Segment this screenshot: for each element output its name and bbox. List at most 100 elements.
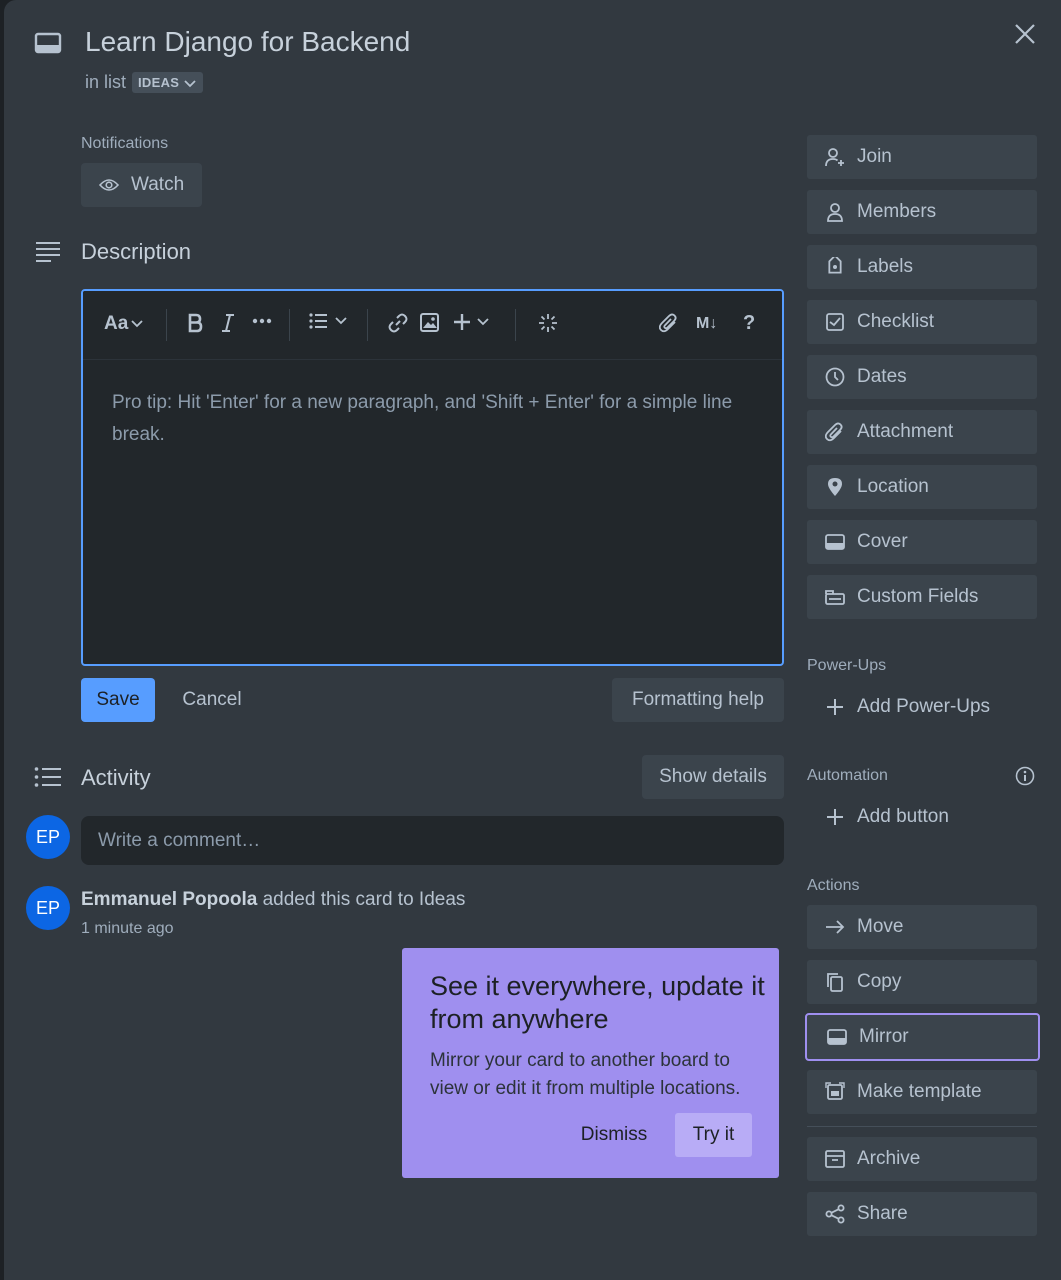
link-button[interactable] xyxy=(388,313,408,333)
dismiss-label: Dismiss xyxy=(580,1124,648,1145)
chevron-down-icon xyxy=(335,317,347,325)
labels-button[interactable]: Labels xyxy=(807,245,1037,289)
more-icon xyxy=(252,318,272,324)
add-person-icon xyxy=(825,147,845,167)
markdown-button[interactable]: M↓ xyxy=(696,315,717,333)
list-dropdown[interactable]: IDEAS xyxy=(132,72,204,93)
image-icon xyxy=(420,313,439,332)
arrow-right-icon xyxy=(825,917,845,937)
popup-title: See it everywhere, update it from anywhe… xyxy=(430,971,765,1034)
text-style-label: Aa xyxy=(104,313,129,334)
bold-button[interactable] xyxy=(187,313,203,333)
image-button[interactable] xyxy=(420,313,439,332)
copy-button[interactable]: Copy xyxy=(807,960,1037,1004)
power-ups-label: Power-Ups xyxy=(807,657,887,674)
checklist-button[interactable]: Checklist xyxy=(807,300,1037,344)
move-button[interactable]: Move xyxy=(807,905,1037,949)
tag-icon xyxy=(825,257,845,277)
insert-button[interactable] xyxy=(453,313,489,331)
formatting-help-button[interactable]: Formatting help xyxy=(612,678,784,722)
chevron-down-icon xyxy=(184,79,196,87)
attachment-label: Attachment xyxy=(857,421,954,442)
mirror-promo-popup: See it everywhere, update it from anywhe… xyxy=(402,948,779,1178)
archive-button[interactable]: Archive xyxy=(807,1137,1037,1181)
avatar[interactable]: EP xyxy=(26,815,70,859)
bulleted-list-icon xyxy=(309,313,327,329)
location-label: Location xyxy=(857,476,929,497)
share-button[interactable]: Share xyxy=(807,1192,1037,1236)
add-button-button[interactable]: Add button xyxy=(807,795,1037,839)
join-button[interactable]: Join xyxy=(807,135,1037,179)
help-button[interactable]: ? xyxy=(743,312,755,335)
paperclip-icon xyxy=(659,313,677,333)
dates-button[interactable]: Dates xyxy=(807,355,1037,399)
cancel-button[interactable]: Cancel xyxy=(167,678,257,722)
description-heading: Description xyxy=(81,239,192,264)
in-list-prefix: in list xyxy=(85,72,127,92)
watch-button[interactable]: Watch xyxy=(81,163,202,207)
text-style-button[interactable]: Aa xyxy=(104,313,143,335)
attachment-button[interactable]: Attachment xyxy=(807,410,1037,454)
dates-label: Dates xyxy=(857,366,907,387)
more-formatting-button[interactable] xyxy=(252,318,272,324)
activity-user[interactable]: Emmanuel Popoola xyxy=(81,889,257,910)
list-indicator: in list IDEAS xyxy=(85,72,204,93)
editor-toolbar: Aa M↓ ? xyxy=(83,291,782,360)
activity-heading: Activity xyxy=(81,765,151,790)
list-name: IDEAS xyxy=(138,75,180,90)
chevron-down-icon xyxy=(131,320,143,328)
description-icon xyxy=(35,241,61,263)
activity-avatar[interactable]: EP xyxy=(26,886,70,930)
activity-icon xyxy=(34,767,62,787)
toolbar-divider xyxy=(367,309,368,341)
try-it-label: Try it xyxy=(692,1124,735,1145)
members-button[interactable]: Members xyxy=(807,190,1037,234)
mirror-button[interactable]: Mirror xyxy=(805,1013,1040,1061)
formatting-help-label: Formatting help xyxy=(631,689,764,710)
comment-placeholder: Write a comment… xyxy=(98,829,261,851)
help-label: ? xyxy=(743,312,756,334)
archive-icon xyxy=(825,1149,845,1169)
eye-icon xyxy=(99,179,119,191)
sparkle-icon xyxy=(539,314,557,332)
link-icon xyxy=(388,313,408,333)
activity-timestamp[interactable]: 1 minute ago xyxy=(81,920,174,938)
add-button-label: Add button xyxy=(857,806,949,827)
cover-button[interactable]: Cover xyxy=(807,520,1037,564)
actions-divider xyxy=(807,1126,1037,1127)
make-template-label: Make template xyxy=(857,1081,982,1102)
try-it-button[interactable]: Try it xyxy=(675,1113,752,1157)
description-placeholder: Pro tip: Hit 'Enter' for a new paragraph… xyxy=(112,392,733,445)
pin-icon xyxy=(825,477,845,497)
toolbar-divider xyxy=(515,309,516,341)
italic-icon xyxy=(222,314,234,332)
watch-label: Watch xyxy=(131,174,185,195)
automation-label: Automation xyxy=(807,767,888,784)
toolbar-divider xyxy=(289,309,290,341)
activity-action: added this card to Ideas xyxy=(262,889,466,910)
comment-input[interactable]: Write a comment… xyxy=(81,816,784,865)
save-button[interactable]: Save xyxy=(81,678,155,722)
card-icon xyxy=(34,31,62,55)
copy-label: Copy xyxy=(857,971,902,992)
card-icon xyxy=(827,1027,847,1047)
cover-label: Cover xyxy=(857,531,908,552)
list-button[interactable] xyxy=(309,313,347,329)
custom-fields-button[interactable]: Custom Fields xyxy=(807,575,1037,619)
ai-button[interactable] xyxy=(538,313,558,333)
paperclip-icon xyxy=(825,422,845,442)
add-power-ups-button[interactable]: Add Power-Ups xyxy=(807,685,1037,729)
dismiss-button[interactable]: Dismiss xyxy=(570,1113,658,1157)
close-icon[interactable] xyxy=(1013,22,1037,46)
fields-icon xyxy=(825,587,845,607)
info-icon[interactable] xyxy=(1015,766,1035,786)
location-button[interactable]: Location xyxy=(807,465,1037,509)
checkbox-icon xyxy=(825,312,845,332)
join-label: Join xyxy=(857,146,892,167)
make-template-button[interactable]: Make template xyxy=(807,1070,1037,1114)
attachment-toolbar-button[interactable] xyxy=(659,313,679,333)
italic-button[interactable] xyxy=(221,313,235,333)
show-details-button[interactable]: Show details xyxy=(642,755,784,799)
description-editor[interactable]: Aa M↓ ? Pro tip: Hit 'Enter' for a new p… xyxy=(81,289,784,666)
card-title[interactable]: Learn Django for Backend xyxy=(85,26,410,58)
